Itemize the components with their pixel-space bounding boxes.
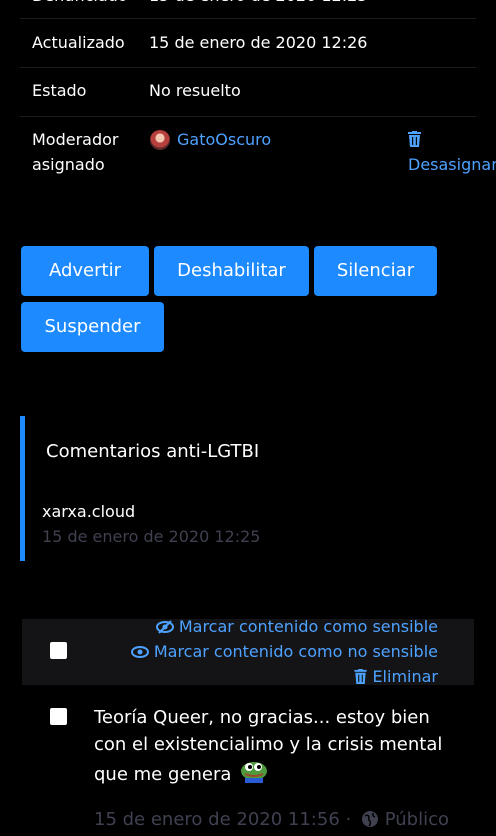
status-label: Estado — [32, 81, 87, 100]
reported-row: Denunciado 15 de enero de 2020 12:25 — [20, 0, 476, 19]
status-text-line1: Teoría Queer, no gracias... estoy bien — [94, 707, 430, 728]
delete-link[interactable]: Eliminar — [354, 666, 438, 690]
status-text-line2: con el existencialimo y la crisis mental — [94, 734, 443, 755]
moderator-name-link[interactable]: GatoOscuro — [177, 128, 271, 152]
moderator-label-line1: Moderador — [32, 130, 119, 149]
status-content: Teoría Queer, no gracias... estoy bien c… — [94, 704, 442, 792]
mark-not-sensitive-link[interactable]: Marcar contenido como no sensible — [130, 641, 438, 665]
trash-icon — [354, 668, 367, 690]
select-all-checkbox[interactable] — [50, 642, 67, 659]
status-timestamp-link[interactable]: 15 de enero de 2020 11:56 — [94, 809, 340, 830]
report-card: Comentarios anti-LGTBI xarxa.cloud 15 de… — [20, 416, 481, 561]
meta-separator: · — [345, 809, 352, 830]
updated-value: 15 de enero de 2020 12:26 — [149, 33, 368, 52]
status-value: No resuelto — [149, 81, 241, 100]
reporter-account[interactable]: xarxa.cloud — [42, 500, 135, 524]
unassign-link[interactable]: Desasignar — [408, 153, 496, 177]
moderator-label-line2: asignado — [32, 155, 105, 174]
pepe-emoji-icon — [239, 758, 269, 792]
reported-value: 15 de enero de 2020 12:25 — [149, 0, 367, 8]
globe-icon — [361, 810, 379, 835]
disable-button[interactable]: Deshabilitar — [154, 246, 309, 296]
report-comment: Comentarios anti-LGTBI — [46, 441, 260, 462]
warn-button[interactable]: Advertir — [21, 246, 149, 296]
avatar[interactable] — [150, 130, 170, 150]
status-row: Estado No resuelto — [20, 68, 476, 117]
status-checkbox[interactable] — [50, 708, 67, 725]
trash-icon[interactable] — [408, 131, 421, 147]
reported-label: Denunciado — [32, 0, 128, 8]
report-date: 15 de enero de 2020 12:25 — [42, 527, 261, 546]
mark-sensitive-link[interactable]: Marcar contenido como sensible — [155, 616, 438, 640]
moderator-row: Moderador asignado GatoOscuro Desasignar — [20, 117, 496, 187]
visibility-label: Público — [384, 809, 450, 830]
delete-label: Eliminar — [372, 667, 438, 686]
status-meta: 15 de enero de 2020 11:56 · Público — [94, 808, 449, 835]
suspend-button[interactable]: Suspender — [21, 302, 164, 352]
silence-button[interactable]: Silenciar — [314, 246, 437, 296]
mark-sensitive-label: Marcar contenido como sensible — [178, 617, 438, 636]
updated-row: Actualizado 15 de enero de 2020 12:26 — [20, 19, 476, 68]
eye-slash-icon — [155, 618, 174, 640]
eye-icon — [130, 643, 149, 665]
status-text-line3-text: que me genera — [94, 764, 232, 785]
status-text-line3: que me genera — [94, 758, 442, 792]
updated-label: Actualizado — [32, 33, 125, 52]
mark-not-sensitive-label: Marcar contenido como no sensible — [153, 642, 438, 661]
